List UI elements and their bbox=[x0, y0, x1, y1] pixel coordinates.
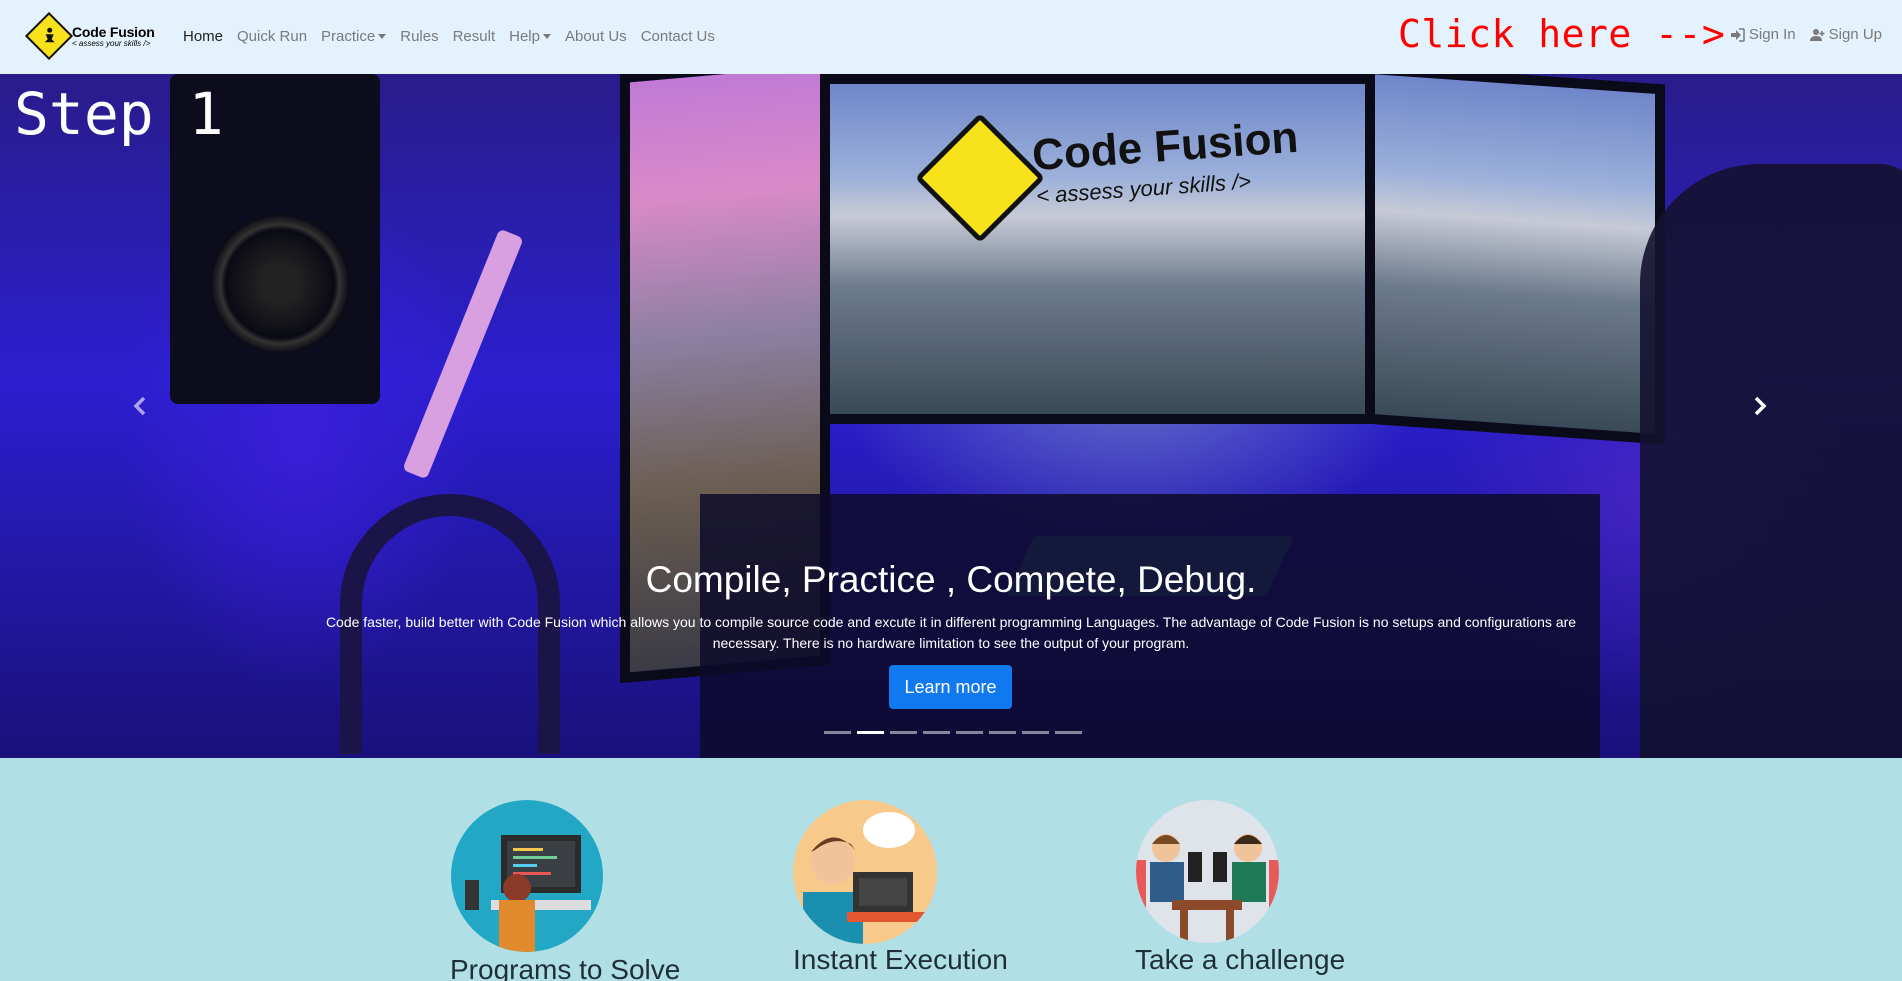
carousel-indicator[interactable] bbox=[857, 731, 884, 734]
carousel-indicator[interactable] bbox=[989, 731, 1016, 734]
caption-title: Compile, Practice , Compete, Debug. bbox=[645, 559, 1257, 600]
nav-item-result[interactable]: Result bbox=[446, 28, 503, 45]
brand-subtitle: < assess your skills /> bbox=[72, 38, 151, 48]
feature-title: Programs to Solve bbox=[450, 954, 681, 981]
learn-more-button[interactable]: Learn more bbox=[889, 665, 1012, 709]
carousel-next-button[interactable] bbox=[1740, 386, 1780, 426]
navbar: Code Fusion < assess your skills /> Home… bbox=[0, 0, 1902, 74]
code-fusion-logo-icon bbox=[24, 11, 74, 61]
step-label: Step 1 bbox=[14, 80, 224, 148]
features-section: Programs to Solve Instant Execution Take… bbox=[0, 758, 1902, 981]
auth-links: Sign In Sign Up bbox=[1730, 26, 1882, 43]
sign-up-label: Sign Up bbox=[1828, 26, 1882, 43]
carousel-indicator[interactable] bbox=[923, 731, 950, 734]
gaming-chair-image bbox=[1640, 164, 1902, 758]
brand-title: Code Fusion bbox=[72, 23, 155, 40]
nav-item-home[interactable]: Home bbox=[176, 28, 230, 45]
nav-item-help[interactable]: Help bbox=[502, 28, 558, 45]
sign-in-link[interactable]: Sign In bbox=[1730, 26, 1796, 43]
chevron-left-icon bbox=[133, 396, 146, 416]
carousel-indicators bbox=[824, 731, 1082, 734]
nav-item-help-label: Help bbox=[509, 27, 540, 45]
sign-up-link[interactable]: Sign Up bbox=[1809, 26, 1882, 43]
carousel-indicator[interactable] bbox=[890, 731, 917, 734]
developer-laptop-illustration bbox=[793, 800, 937, 944]
carousel-indicator[interactable] bbox=[1055, 731, 1082, 734]
hero-carousel: Code Fusion < assess your skills /> Step… bbox=[0, 74, 1902, 758]
chevron-down-icon bbox=[542, 34, 551, 40]
carousel-indicator[interactable] bbox=[824, 731, 851, 734]
programmer-illustration bbox=[451, 800, 603, 952]
feature-title: Instant Execution bbox=[793, 944, 1008, 975]
sign-in-icon bbox=[1730, 27, 1745, 42]
nav-item-rules[interactable]: Rules bbox=[393, 28, 445, 45]
nav-item-quick-run[interactable]: Quick Run bbox=[230, 28, 314, 45]
right-monitor-image bbox=[1365, 74, 1665, 445]
brand-logo[interactable]: Code Fusion < assess your skills /> bbox=[24, 11, 162, 61]
user-plus-icon bbox=[1809, 28, 1825, 41]
carousel-indicator[interactable] bbox=[1022, 731, 1049, 734]
nav-item-contact-us[interactable]: Contact Us bbox=[634, 28, 722, 45]
nav-menu: Home Quick Run Practice Rules Result Hel… bbox=[176, 0, 722, 72]
carousel-indicator[interactable] bbox=[956, 731, 983, 734]
nav-item-practice[interactable]: Practice bbox=[314, 28, 393, 45]
hero-code-fusion-logo: Code Fusion < assess your skills /> bbox=[906, 112, 1300, 244]
carousel-caption: Compile, Practice , Compete, Debug. Code… bbox=[300, 558, 1602, 654]
feature-title: Take a challenge bbox=[1135, 944, 1346, 975]
click-here-annotation: Click here --> bbox=[1398, 12, 1726, 56]
chevron-right-icon bbox=[1754, 396, 1767, 416]
challenge-illustration bbox=[1136, 800, 1279, 943]
nav-item-practice-label: Practice bbox=[321, 27, 376, 45]
sign-in-label: Sign In bbox=[1748, 26, 1796, 43]
caption-text: Code faster, build better with Code Fusi… bbox=[325, 614, 1577, 651]
carousel-prev-button[interactable] bbox=[120, 386, 160, 426]
nav-item-about-us[interactable]: About Us bbox=[558, 28, 634, 45]
coder-sign-icon bbox=[914, 112, 1046, 244]
lamp-image bbox=[402, 228, 524, 480]
chevron-down-icon bbox=[378, 34, 387, 40]
